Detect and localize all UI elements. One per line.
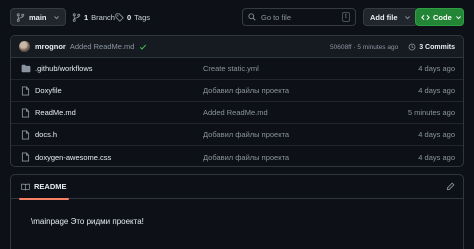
avatar[interactable] bbox=[19, 41, 30, 52]
file-date: 4 days ago bbox=[418, 64, 455, 73]
file-date: 5 minutes ago bbox=[407, 108, 455, 117]
file-row[interactable]: .github/workflows Create static.yml 4 da… bbox=[11, 58, 463, 80]
repo-toolbar: main 1 Branch 0 Tags t Add file bbox=[10, 8, 464, 26]
search-input[interactable] bbox=[261, 12, 337, 22]
file-row[interactable]: doxygen-awesome.css Добавил файлы проект… bbox=[11, 146, 463, 166]
folder-icon bbox=[21, 64, 31, 73]
pencil-icon[interactable] bbox=[446, 182, 455, 191]
file-date: 4 days ago bbox=[418, 86, 455, 95]
file-row[interactable]: docs.h Добавил файлы проекта 4 days ago bbox=[11, 124, 463, 146]
commit-meta: 50608ff · 5 minutes ago 3 Commits bbox=[330, 36, 455, 58]
file-icon bbox=[21, 130, 30, 140]
file-commit-message[interactable]: Create static.yml bbox=[203, 64, 259, 73]
file-name[interactable]: docs.h bbox=[35, 130, 57, 139]
commit-hash-time[interactable]: 50608ff · 5 minutes ago bbox=[330, 44, 398, 51]
file-icon bbox=[21, 86, 30, 96]
chevron-down-icon bbox=[53, 14, 60, 21]
tag-icon bbox=[115, 12, 124, 22]
tab-readme[interactable]: README bbox=[19, 175, 69, 200]
file-date: 4 days ago bbox=[418, 152, 455, 162]
file-date: 4 days ago bbox=[418, 130, 455, 139]
file-commit-message[interactable]: Добавил файлы проекта bbox=[203, 130, 289, 139]
branches-count: 1 bbox=[84, 12, 89, 22]
tags-link[interactable]: 0 Tags bbox=[115, 8, 150, 26]
commit-message[interactable]: Added ReadMe.md bbox=[70, 42, 135, 51]
file-icon bbox=[21, 152, 30, 162]
readme-tab-label: README bbox=[34, 182, 67, 191]
add-file-label: Add file bbox=[370, 12, 398, 22]
file-commit-message[interactable]: Added ReadMe.md bbox=[203, 108, 268, 117]
go-to-file-search[interactable]: t bbox=[242, 8, 356, 26]
readme-panel: README \mainpage Это ридми проекта! bbox=[10, 174, 464, 249]
chevron-down-icon bbox=[404, 14, 411, 21]
code-button[interactable]: Code bbox=[415, 8, 464, 26]
check-icon[interactable] bbox=[139, 43, 147, 51]
commits-link[interactable]: 3 Commits bbox=[408, 43, 455, 51]
git-branch-icon bbox=[72, 12, 81, 22]
file-name[interactable]: doxygen-awesome.css bbox=[35, 153, 111, 162]
file-icon bbox=[21, 108, 30, 118]
branch-selector-button[interactable]: main bbox=[10, 8, 66, 26]
file-commit-message[interactable]: Добавил файлы проекта bbox=[203, 153, 289, 162]
branches-label: Branch bbox=[91, 12, 115, 22]
git-branch-icon bbox=[16, 12, 25, 22]
file-row[interactable]: ReadMe.md Added ReadMe.md 5 minutes ago bbox=[11, 102, 463, 124]
branches-link[interactable]: 1 Branch bbox=[72, 8, 115, 26]
keyboard-shortcut-hint: t bbox=[342, 12, 350, 22]
commit-author[interactable]: mrognor bbox=[35, 42, 66, 51]
file-listing: mrognor Added ReadMe.md 50608ff · 5 minu… bbox=[10, 35, 464, 167]
tags-count: 0 bbox=[127, 12, 132, 22]
history-icon bbox=[408, 43, 416, 51]
book-icon bbox=[21, 183, 30, 191]
file-row[interactable]: Doxyfile Добавил файлы проекта 4 days ag… bbox=[11, 80, 463, 102]
chevron-down-icon bbox=[455, 14, 462, 21]
commits-count: 3 Commits bbox=[419, 43, 455, 51]
readme-header: README bbox=[11, 175, 463, 200]
file-commit-message[interactable]: Добавил файлы проекта bbox=[203, 86, 289, 95]
file-name[interactable]: Doxyfile bbox=[35, 86, 62, 95]
add-file-button[interactable]: Add file bbox=[363, 8, 418, 26]
file-name[interactable]: .github/workflows bbox=[35, 64, 93, 73]
code-label: Code bbox=[433, 12, 452, 22]
tags-label: Tags bbox=[134, 12, 151, 22]
file-name[interactable]: ReadMe.md bbox=[35, 108, 76, 117]
latest-commit-bar: mrognor Added ReadMe.md 50608ff · 5 minu… bbox=[11, 36, 463, 58]
readme-content: \mainpage Это ридми проекта! bbox=[31, 217, 144, 226]
branch-name: main bbox=[29, 12, 47, 22]
code-icon bbox=[421, 13, 430, 22]
search-icon bbox=[248, 13, 256, 21]
